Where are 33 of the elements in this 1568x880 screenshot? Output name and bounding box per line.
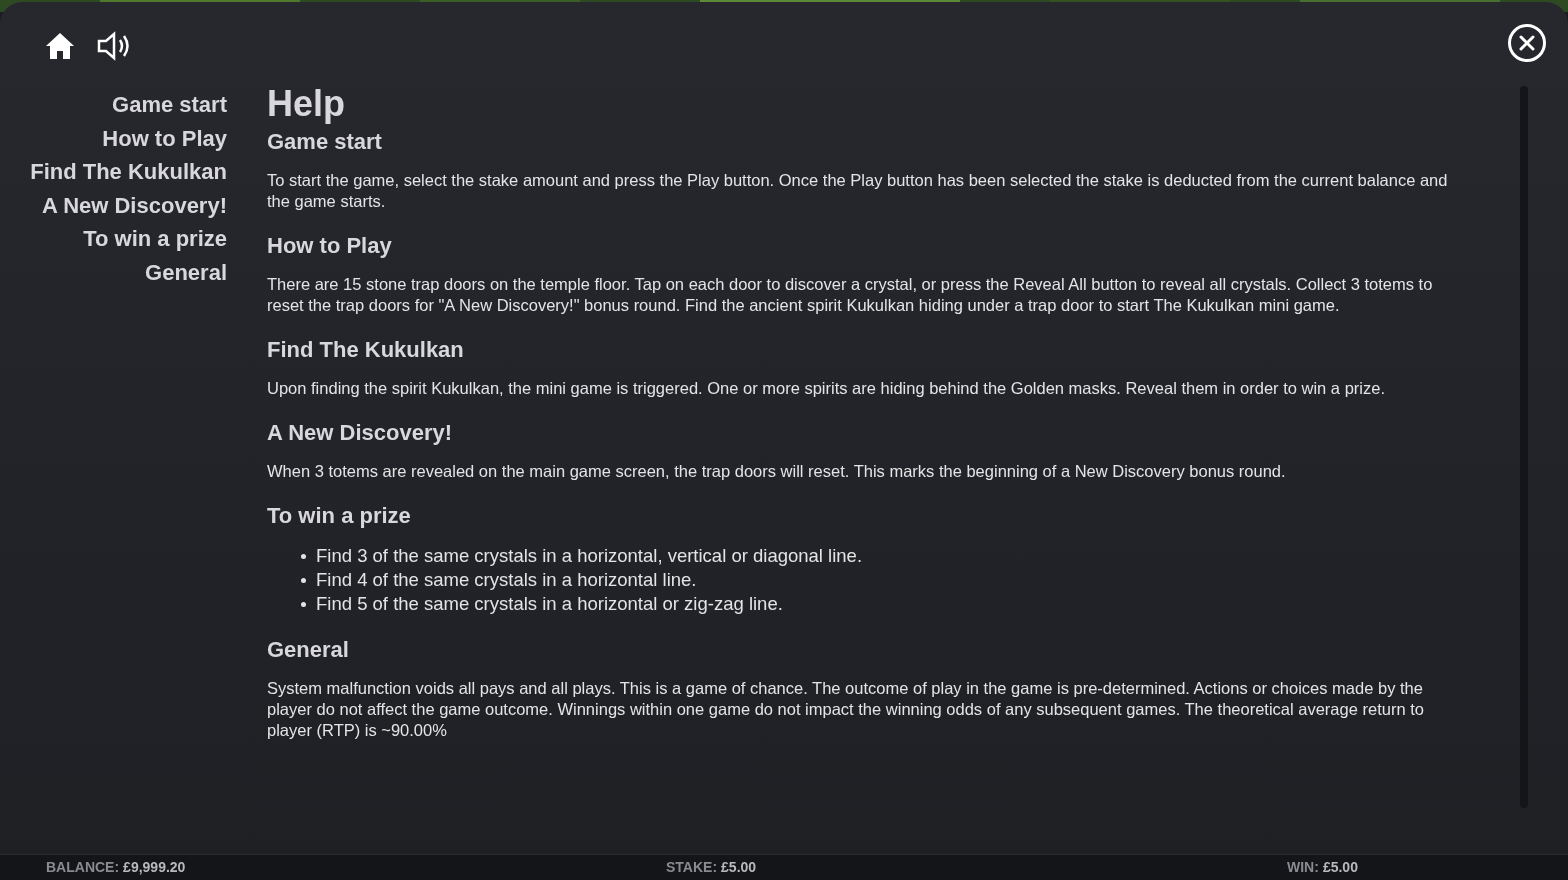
- bullet-icon: [301, 601, 306, 607]
- nav-link[interactable]: To win a prize: [83, 222, 227, 256]
- nav-link[interactable]: General: [145, 255, 227, 289]
- status-label: STAKE:: [666, 858, 718, 877]
- section-text: System malfunction voids all pays and all plays. This is a game of chance. The outcome of play in the game is pre-determined. Actions or choices made by the player do not affect the game outcome. Winnings within one game do not impact the winning odds of any subsequent games. The theoretical average return to player (RTP) is ~90.00%: [267, 678, 1425, 741]
- home-icon[interactable]: [44, 31, 76, 61]
- list-item-text: Find 5 of the same crystals in a horizontal or zig-zag line.: [316, 592, 783, 617]
- section-text: When 3 totems are revealed on the main game screen, the trap doors will reset. This marks the beginning of a New Discovery bonus round.: [267, 461, 1287, 482]
- status-value: £5.00: [721, 858, 757, 877]
- close-icon: [1519, 35, 1535, 51]
- section-heading: A New Discovery!: [267, 419, 454, 447]
- status-label: WIN:: [1287, 858, 1319, 877]
- list-item-text: Find 3 of the same crystals in a horizontal, vertical or diagonal line.: [316, 544, 863, 569]
- help-title: Help: [267, 82, 346, 126]
- section-heading: General: [267, 636, 350, 664]
- section-text: Upon finding the spirit Kukulkan, the mini game is triggered. One or more spirits are hiding behind the Golden masks. Reveal them in order to win a prize.: [267, 378, 1386, 399]
- bullet-icon: [301, 553, 306, 559]
- status-value: £9,999.20: [123, 858, 186, 877]
- nav-link[interactable]: Find The Kukulkan: [30, 155, 227, 189]
- section-text: To start the game, select the stake amount and press the Play button. Once the Play button has been selected the stake is deducted from the current balance and the game starts.: [267, 170, 1449, 212]
- section-heading: Find The Kukulkan: [267, 336, 465, 364]
- close-button[interactable]: [1508, 24, 1546, 62]
- list-item-text: Find 4 of the same crystals in a horizontal line.: [316, 568, 697, 593]
- section-heading: Game start: [267, 128, 383, 156]
- nav-link[interactable]: How to Play: [102, 121, 227, 155]
- section-text: There are 15 stone trap doors on the temple floor. Tap on each door to discover a crystal, or press the Reveal All button to reveal all crystals. Collect 3 totems to reset the trap doors for "A New Discovery!" bonus round. Find the ancient spirit Kukulkan hiding under a trap door to start The Kukulkan mini game.: [267, 274, 1434, 316]
- section-heading: To win a prize: [267, 502, 412, 530]
- nav-link[interactable]: A New Discovery!: [41, 188, 227, 222]
- bullet-icon: [301, 577, 306, 583]
- status-label: BALANCE:: [46, 858, 120, 877]
- nav-link[interactable]: Game start: [112, 88, 227, 122]
- status-value: £5.00: [1322, 858, 1358, 877]
- section-heading: How to Play: [267, 232, 393, 260]
